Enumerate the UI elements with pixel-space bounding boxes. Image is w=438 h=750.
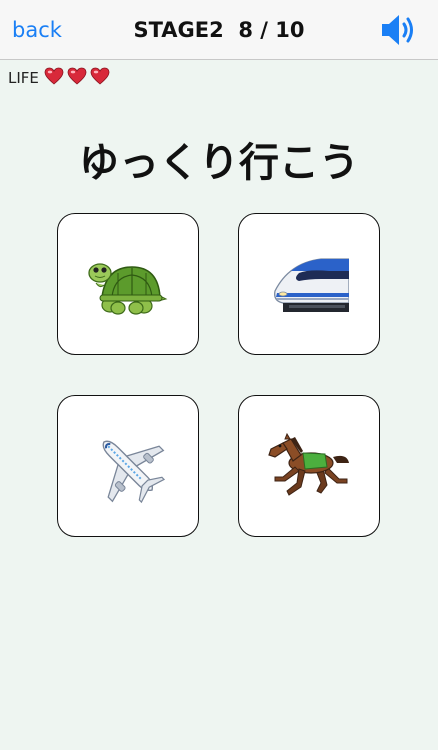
choice-card-bullet-train[interactable] <box>238 213 380 355</box>
choice-card-turtle[interactable] <box>57 213 199 355</box>
question-phrase: ゆっくり行こう <box>79 140 359 186</box>
heart-icon <box>90 67 110 85</box>
hearts-container <box>44 67 113 89</box>
sound-button[interactable] <box>380 12 418 48</box>
choice-card-airplane[interactable] <box>57 395 199 537</box>
life-indicator: LIFE <box>8 67 113 89</box>
bullet-train-icon <box>274 258 349 312</box>
stage-label: STAGE2 <box>133 18 224 42</box>
heart-icon <box>44 67 64 85</box>
choice-card-racehorse[interactable] <box>238 395 380 537</box>
nav-bar: back STAGE2 8 / 10 <box>0 0 438 60</box>
back-button[interactable]: back <box>12 16 62 44</box>
turtle-icon <box>88 263 168 315</box>
stage-progress-title: STAGE2 8 / 10 <box>0 16 438 44</box>
speaker-icon <box>382 15 413 45</box>
progress-counter: 8 / 10 <box>238 18 305 42</box>
life-label: LIFE <box>8 69 39 87</box>
heart-icon <box>67 67 87 85</box>
racehorse-icon <box>268 433 349 496</box>
airplane-icon <box>102 440 166 504</box>
